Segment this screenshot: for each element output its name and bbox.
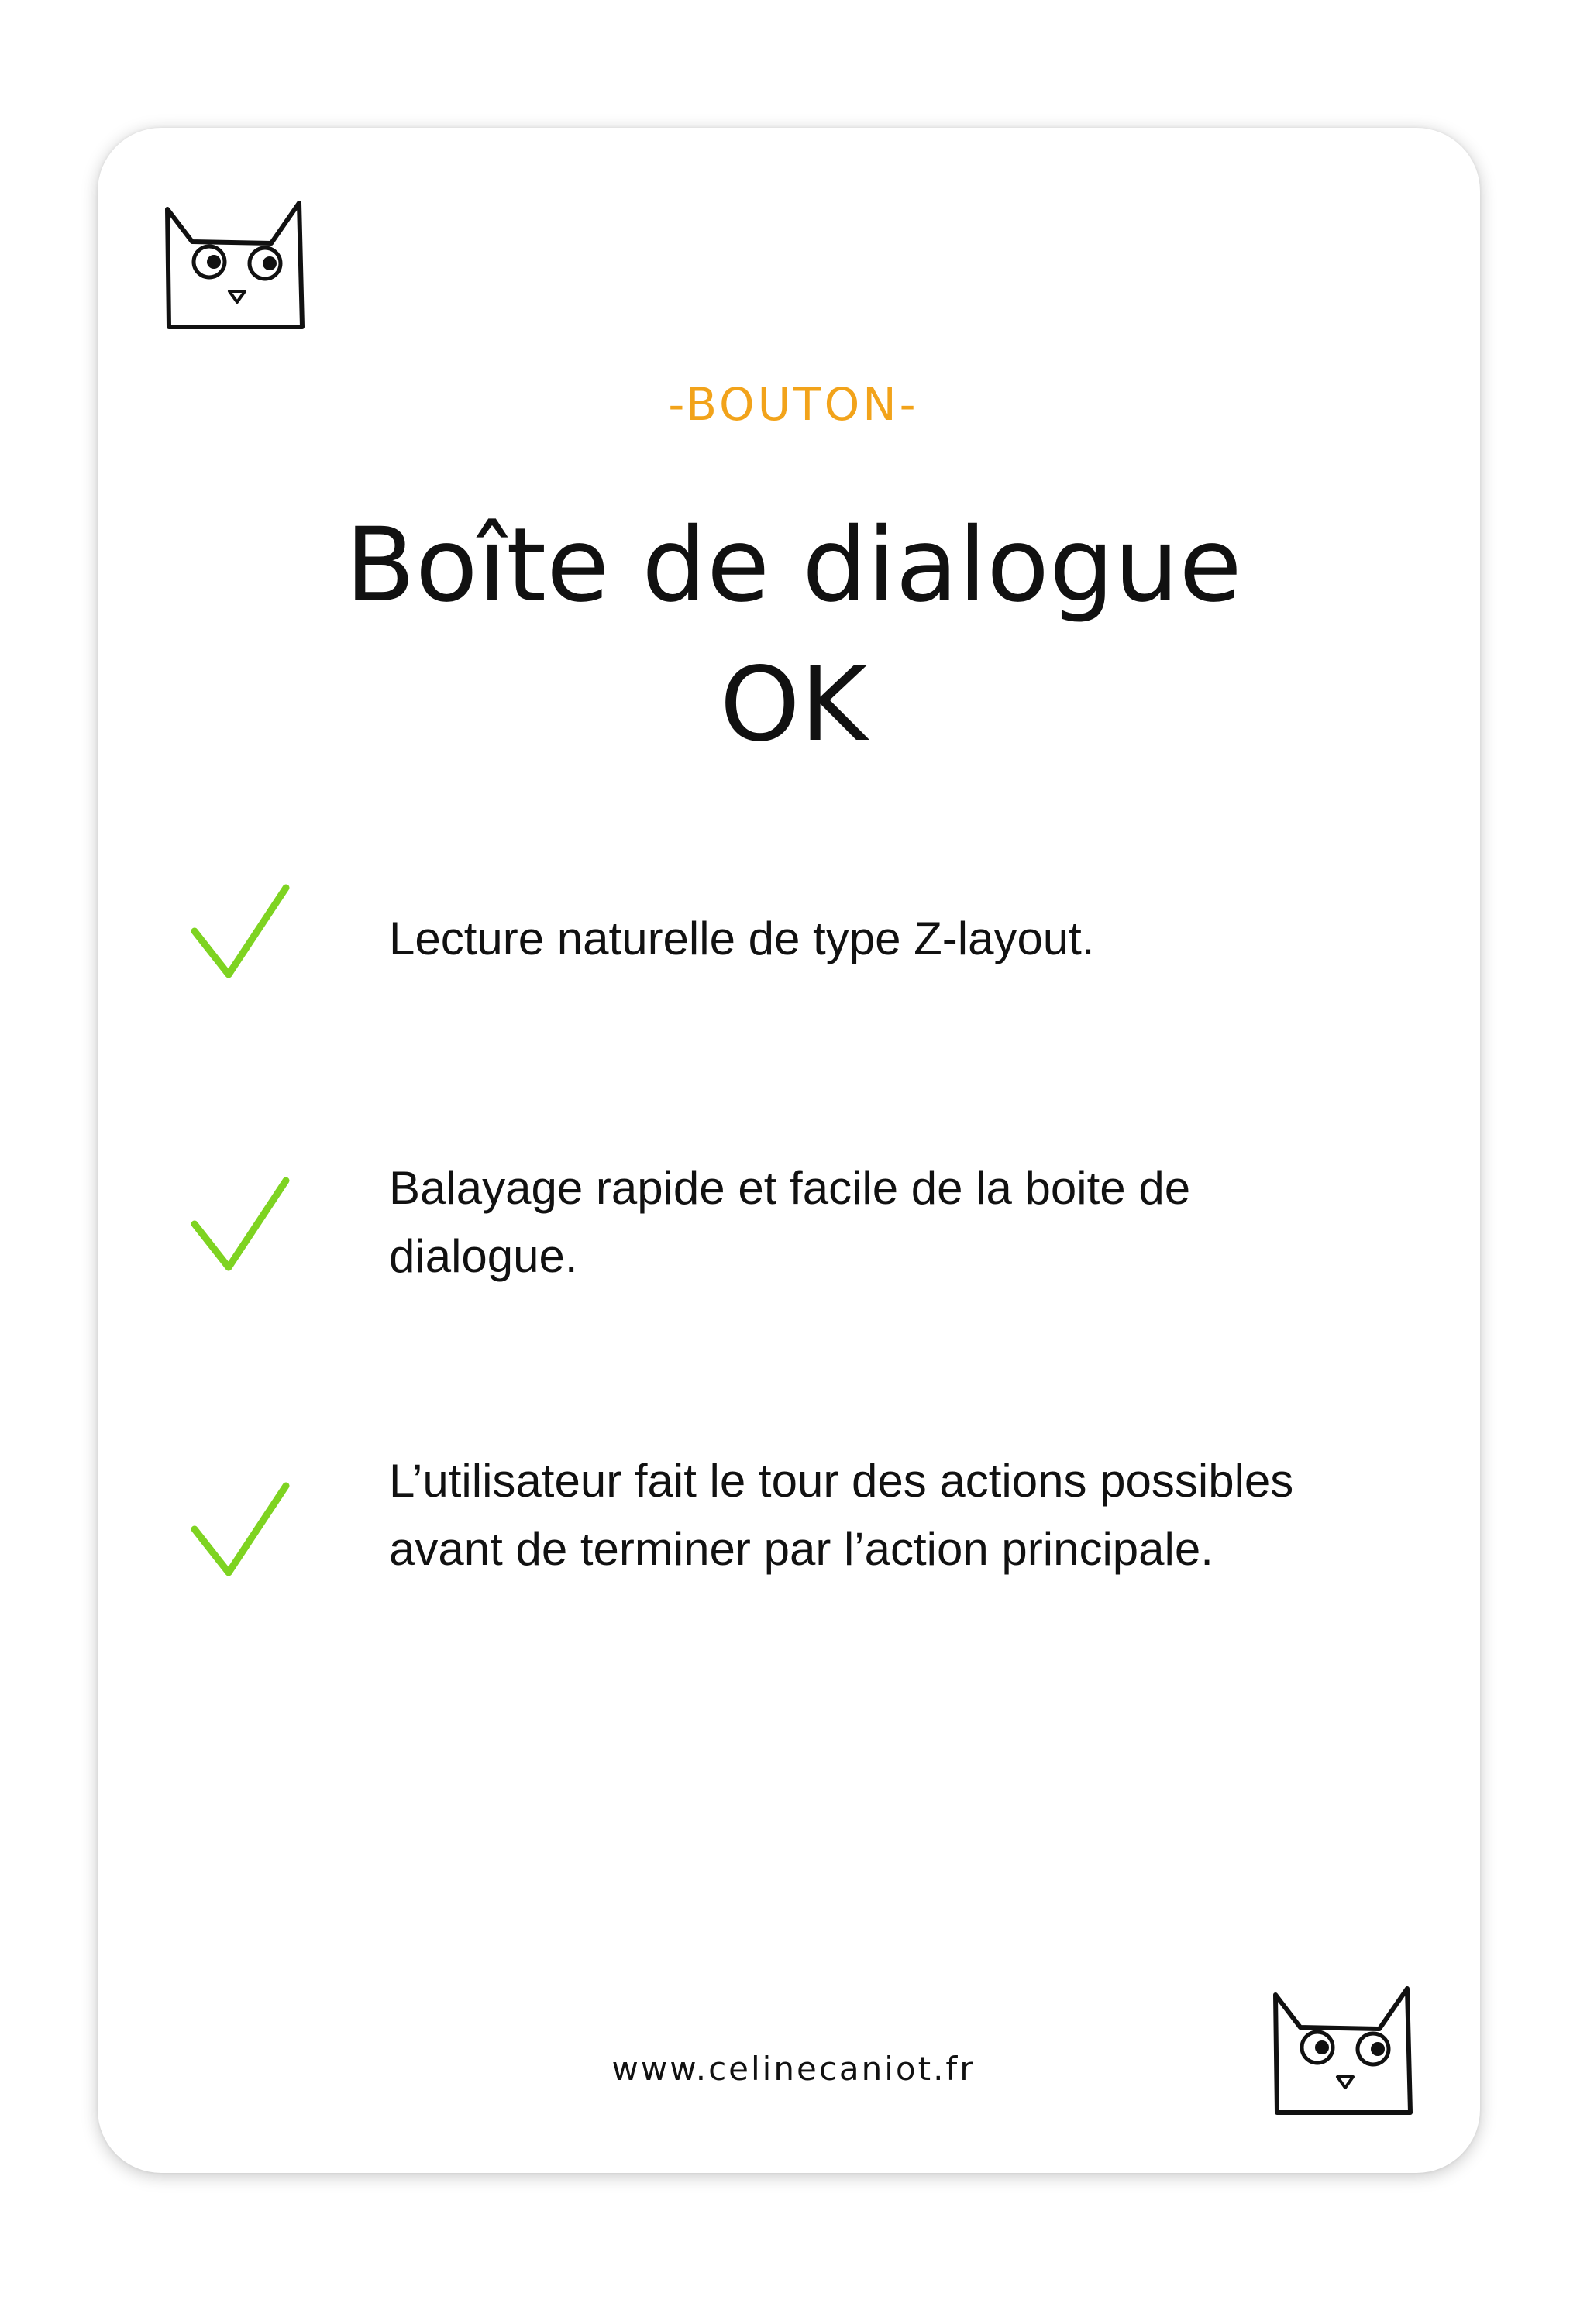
list-item-text: Balayage rapide et facile de la boite de… bbox=[389, 1162, 1191, 1282]
page-title: Boîte de dialogue OK bbox=[0, 496, 1587, 775]
check-icon bbox=[190, 1176, 291, 1277]
check-icon bbox=[190, 1481, 291, 1582]
list-item-text: L’utilisateur fait le tour des actions p… bbox=[389, 1455, 1294, 1575]
check-icon bbox=[190, 883, 291, 984]
title-line-1: Boîte de dialogue bbox=[345, 506, 1242, 625]
card bbox=[98, 128, 1480, 2173]
title-line-2: OK bbox=[719, 645, 868, 765]
list-item-text: Lecture naturelle de type Z-layout. bbox=[389, 913, 1095, 964]
category-label: -BOUTON- bbox=[668, 378, 919, 431]
page: -BOUTON- Boîte de dialogue OK Lecture na… bbox=[0, 0, 1587, 2324]
owl-mascot-icon bbox=[155, 186, 318, 341]
owl-mascot-icon bbox=[1263, 1972, 1426, 2126]
